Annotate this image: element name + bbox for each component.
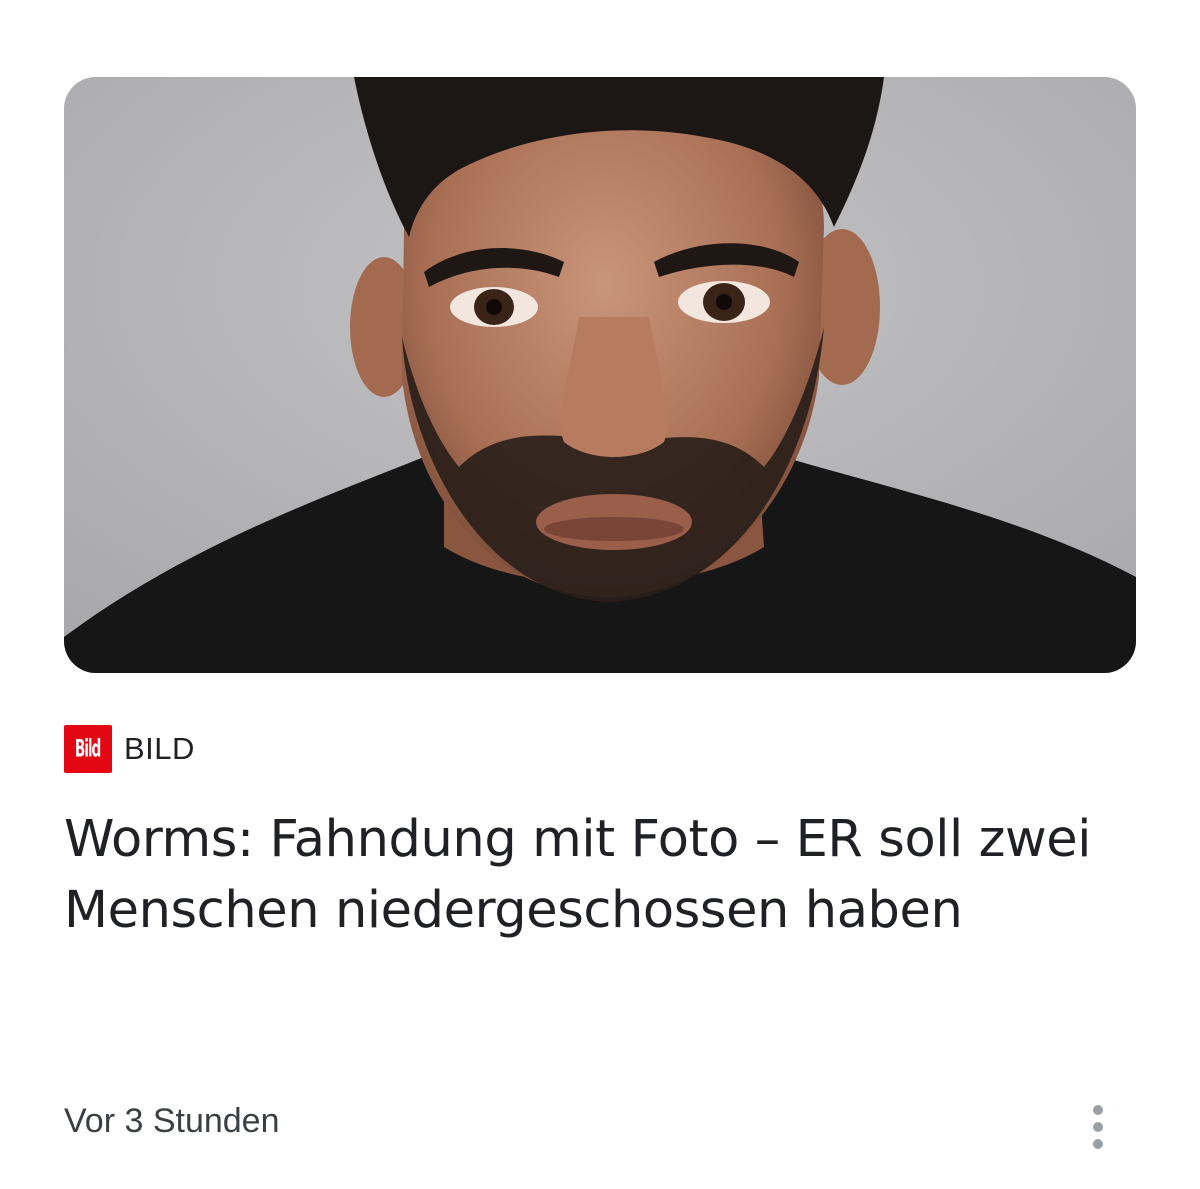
source-row: Bild BILD (64, 725, 195, 773)
portrait-photo (64, 77, 1136, 673)
article-headline[interactable]: Worms: Fahndung mit Foto – ER soll zwei … (64, 804, 1144, 946)
vertical-dots-icon (1093, 1139, 1103, 1149)
more-options-button[interactable] (1072, 1096, 1124, 1158)
article-thumbnail[interactable] (64, 77, 1136, 673)
bild-logo-text: Bild (75, 735, 101, 763)
bild-logo: Bild (64, 725, 112, 773)
vertical-dots-icon (1093, 1105, 1103, 1115)
news-card[interactable]: Bild BILD Worms: Fahndung mit Foto – ER … (0, 0, 1200, 1189)
source-name: BILD (124, 731, 195, 766)
publish-time: Vor 3 Stunden (64, 1102, 280, 1140)
vertical-dots-icon (1093, 1122, 1103, 1132)
